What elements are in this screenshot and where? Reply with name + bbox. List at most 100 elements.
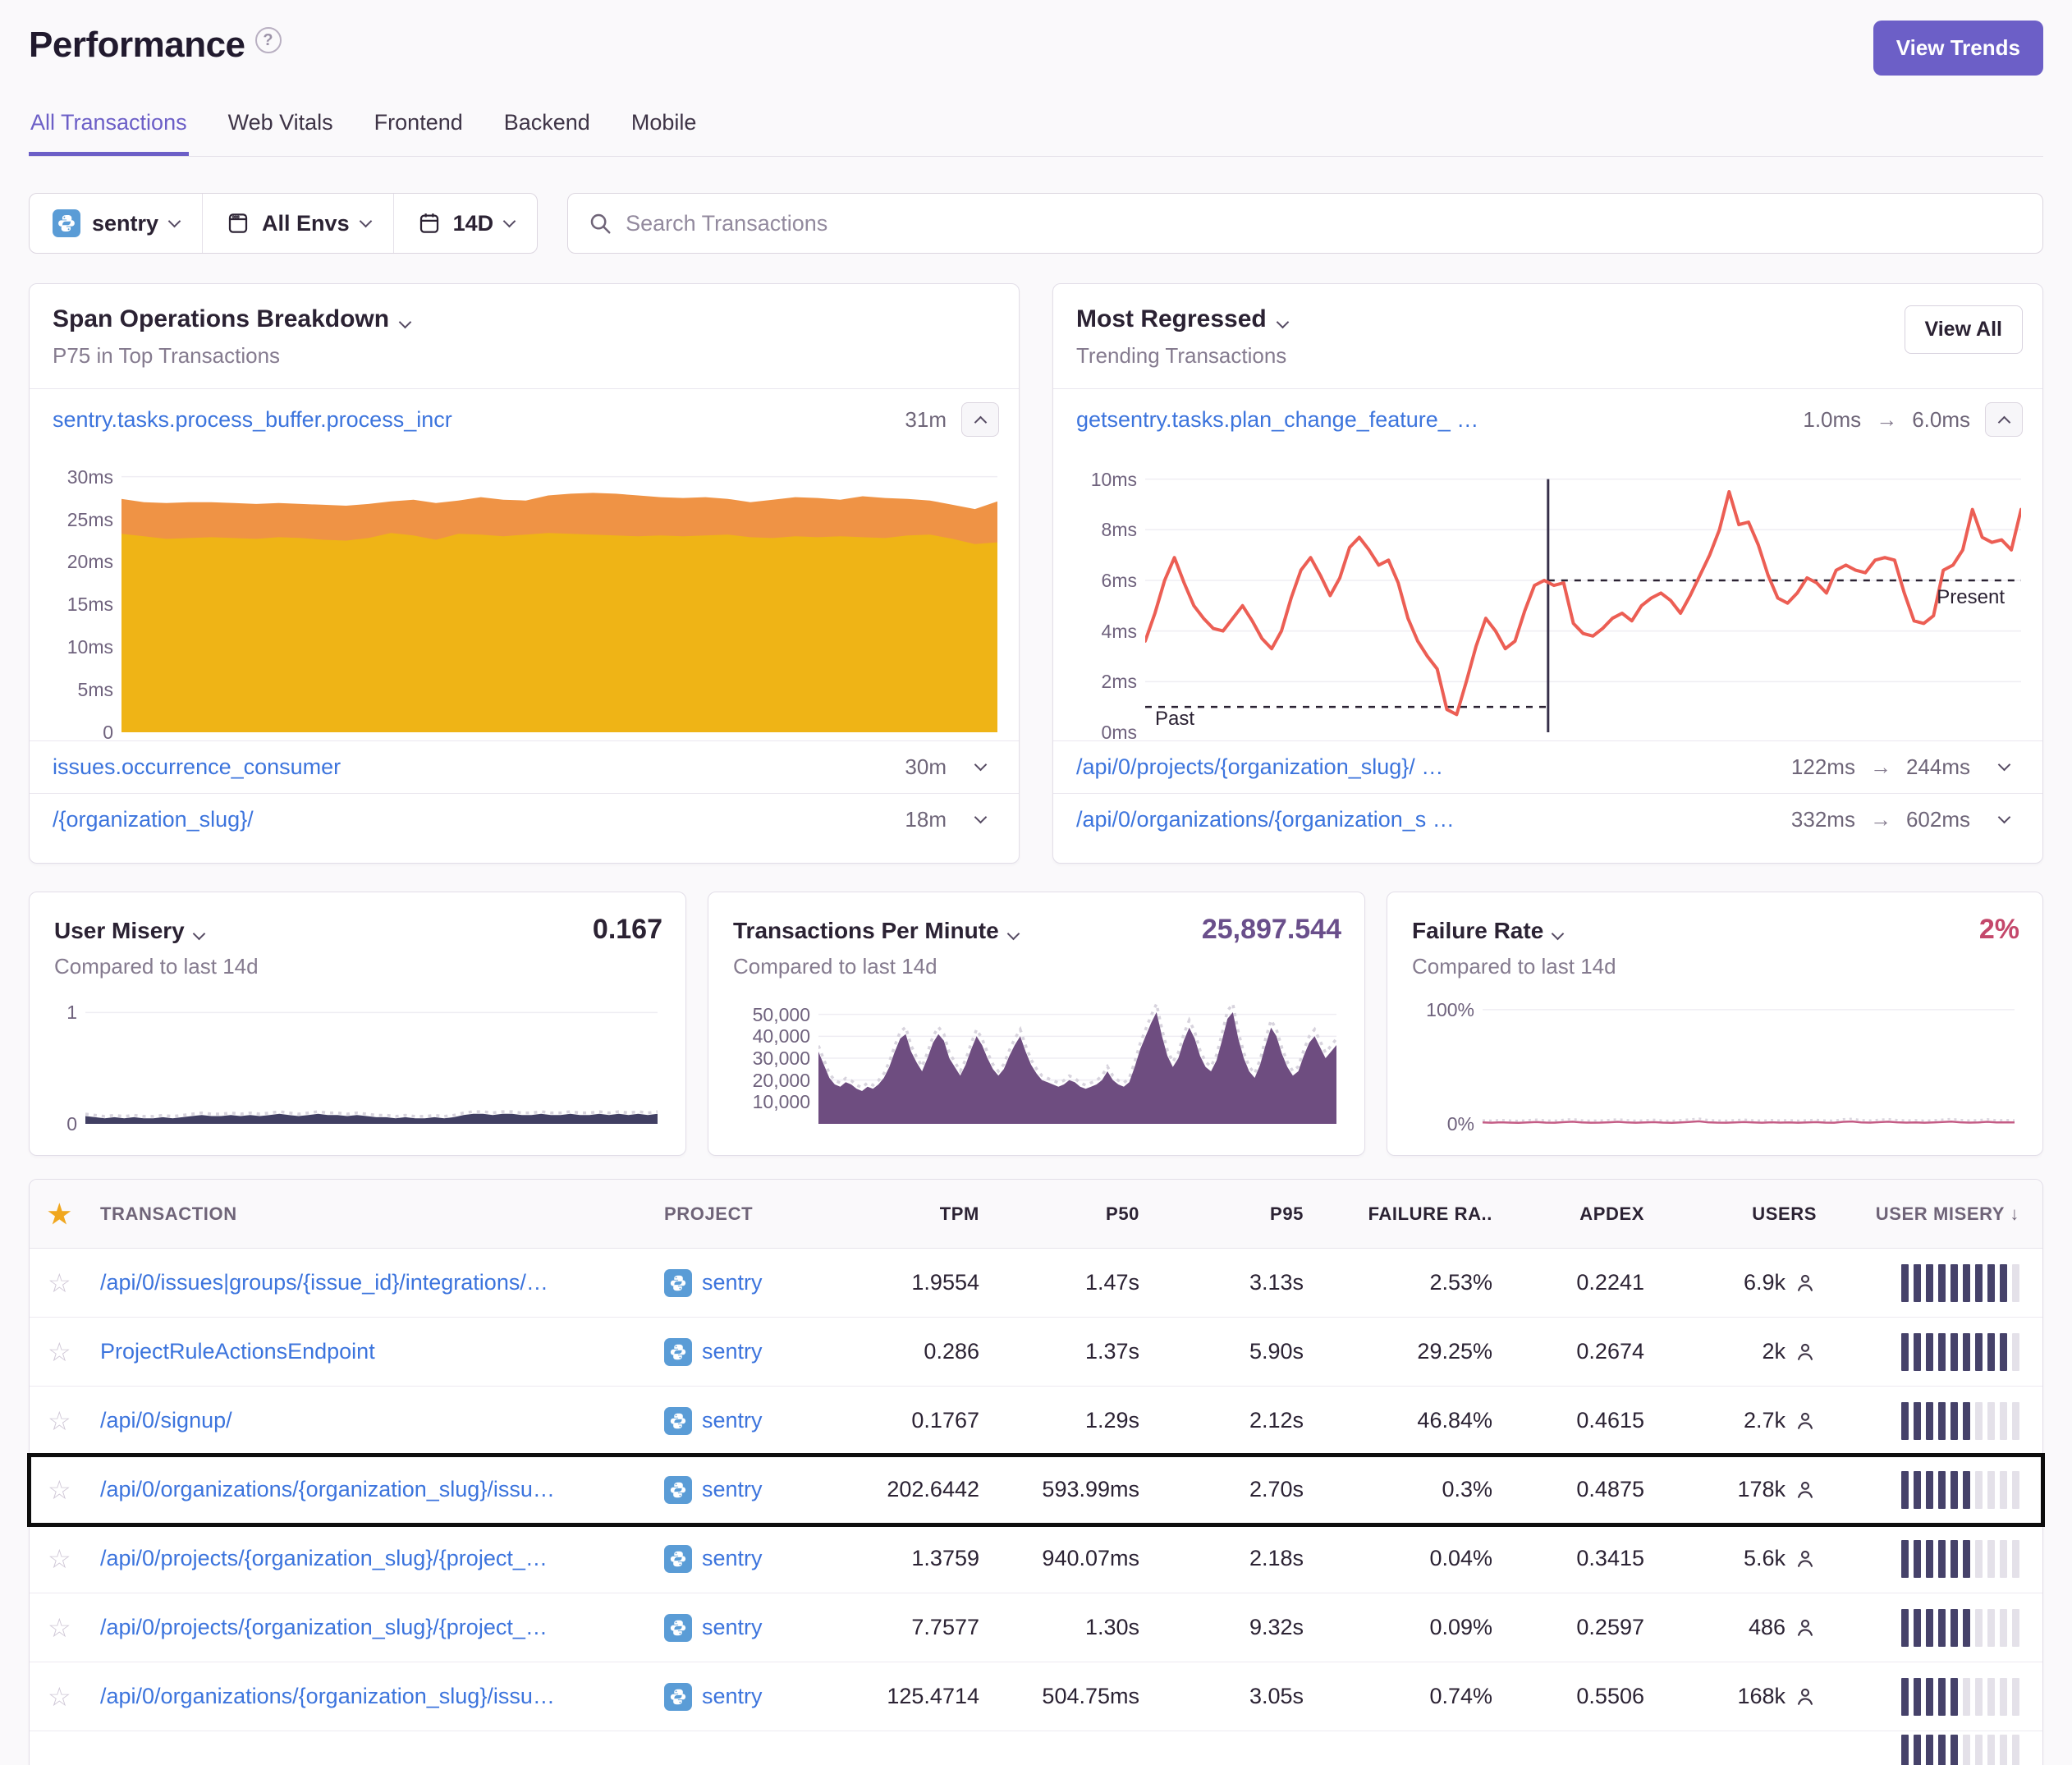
- col-p50[interactable]: P50: [1001, 1203, 1161, 1225]
- tpm-cell: 125.4714: [861, 1684, 1001, 1709]
- transaction-link[interactable]: /api/0/projects/{organization_slug}/{pro…: [100, 1615, 664, 1640]
- chevron-down-icon: [974, 811, 987, 824]
- user-icon: [1794, 1478, 1817, 1501]
- span-op-link[interactable]: /{organization_slug}/: [53, 807, 254, 832]
- users-cell: 486: [1666, 1615, 1838, 1640]
- project-link[interactable]: sentry: [702, 1270, 763, 1295]
- expand-button[interactable]: [1985, 818, 2023, 822]
- project-link[interactable]: sentry: [702, 1684, 763, 1709]
- transaction-link[interactable]: /api/0/organizations/{organization_slug}…: [100, 1684, 664, 1709]
- duration-from: 332ms: [1791, 807, 1855, 832]
- collapse-button[interactable]: [1985, 402, 2023, 437]
- view-trends-button[interactable]: View Trends: [1873, 21, 2043, 76]
- tab-all-transactions[interactable]: All Transactions: [29, 105, 189, 156]
- axis-tick-label: 0: [103, 722, 113, 744]
- project-filter[interactable]: sentry: [30, 194, 202, 253]
- top-bar: Performance? View Trends All Transaction…: [0, 0, 2072, 157]
- failure-rate-cell: 2.53%: [1325, 1270, 1514, 1295]
- user-icon: [1794, 1547, 1817, 1570]
- environment-filter[interactable]: All Envs: [202, 194, 393, 253]
- col-apdex[interactable]: APDEX: [1514, 1203, 1666, 1225]
- failure-rate-cell: 0.09%: [1325, 1615, 1514, 1640]
- search-icon: [588, 211, 612, 236]
- project-link[interactable]: sentry: [702, 1408, 763, 1433]
- span-op-duration: 30m: [905, 754, 947, 780]
- chevron-down-icon: [503, 214, 516, 227]
- transaction-link[interactable]: /api/0/organizations/{organization_slug}…: [100, 1477, 664, 1502]
- col-users[interactable]: USERS: [1666, 1203, 1838, 1225]
- project-link[interactable]: sentry: [702, 1477, 763, 1502]
- axis-tick-label: 8ms: [1102, 519, 1137, 541]
- chevron-down-icon: [1276, 316, 1289, 329]
- project-link[interactable]: sentry: [702, 1339, 763, 1364]
- tpm-cell: 202.6442: [861, 1477, 1001, 1502]
- span-operations-title[interactable]: Span Operations Breakdown: [53, 305, 389, 333]
- calendar-icon: [417, 211, 442, 236]
- project-link[interactable]: sentry: [702, 1615, 763, 1640]
- col-user-misery-sorted[interactable]: USER MISERY ↓: [1838, 1203, 2031, 1225]
- user-misery-bars: [1838, 1333, 2031, 1371]
- project-link[interactable]: sentry: [702, 1546, 763, 1571]
- user-misery-card: User Misery 0.167 Compared to last 14d 1…: [29, 892, 686, 1156]
- search-input[interactable]: [626, 211, 2023, 236]
- transaction-link[interactable]: /api/0/signup/: [100, 1408, 664, 1433]
- p50-cell: 504.75ms: [1001, 1684, 1161, 1709]
- duration-from: 122ms: [1791, 754, 1855, 780]
- star-icon[interactable]: ☆: [48, 1612, 100, 1644]
- p95-cell: 5.90s: [1161, 1339, 1325, 1364]
- collapse-button[interactable]: [961, 402, 999, 437]
- project-filter-label: sentry: [92, 211, 158, 236]
- span-op-link[interactable]: sentry.tasks.process_buffer.process_incr: [53, 407, 452, 433]
- tab-frontend[interactable]: Frontend: [373, 105, 465, 156]
- col-transaction[interactable]: TRANSACTION: [100, 1203, 664, 1225]
- axis-tick-label: 25ms: [67, 509, 113, 531]
- help-icon[interactable]: ?: [255, 27, 282, 53]
- regressed-transaction-link[interactable]: /api/0/projects/{organization_slug}/ …: [1076, 754, 1443, 780]
- arrow-right-icon: →: [1870, 754, 1891, 780]
- star-icon[interactable]: ☆: [48, 1474, 100, 1506]
- transaction-link[interactable]: ProjectRuleActionsEndpoint: [100, 1339, 664, 1364]
- users-cell: 6.9k: [1666, 1270, 1838, 1295]
- expand-button[interactable]: [961, 765, 999, 769]
- date-range-filter[interactable]: 14D: [393, 194, 538, 253]
- y-axis: 50,00040,00030,00020,00010,000: [728, 993, 818, 1124]
- most-regressed-title[interactable]: Most Regressed: [1076, 305, 1267, 333]
- regressed-transaction-link[interactable]: getsentry.tasks.plan_change_feature_ …: [1076, 407, 1478, 433]
- sparkline-plot: [85, 993, 658, 1124]
- tab-backend[interactable]: Backend: [502, 105, 592, 156]
- transaction-link[interactable]: /api/0/projects/{organization_slug}/{pro…: [100, 1546, 664, 1571]
- tab-web-vitals[interactable]: Web Vitals: [227, 105, 335, 156]
- user-misery-title[interactable]: User Misery: [54, 918, 185, 944]
- tab-mobile[interactable]: Mobile: [630, 105, 699, 156]
- failure-rate-title[interactable]: Failure Rate: [1412, 918, 1543, 944]
- environment-filter-label: All Envs: [262, 211, 350, 236]
- star-icon[interactable]: ☆: [48, 1405, 100, 1437]
- view-all-button[interactable]: View All: [1905, 305, 2023, 354]
- star-icon[interactable]: ☆: [48, 1543, 100, 1575]
- star-icon[interactable]: ★: [48, 1199, 100, 1230]
- col-failure-rate[interactable]: FAILURE RA..: [1325, 1203, 1514, 1225]
- user-misery-bars: [1838, 1735, 2031, 1765]
- col-p95[interactable]: P95: [1161, 1203, 1325, 1225]
- star-icon[interactable]: ☆: [48, 1681, 100, 1712]
- regressed-transaction-link[interactable]: /api/0/organizations/{organization_s …: [1076, 807, 1455, 832]
- star-icon[interactable]: ☆: [48, 1336, 100, 1368]
- star-icon[interactable]: ☆: [48, 1268, 100, 1299]
- span-op-link[interactable]: issues.occurrence_consumer: [53, 754, 341, 780]
- project-cell: sentry: [664, 1476, 861, 1504]
- expand-button[interactable]: [961, 818, 999, 822]
- chevron-down-icon: [1552, 928, 1565, 941]
- col-tpm[interactable]: TPM: [861, 1203, 1001, 1225]
- user-misery-bars: [1838, 1471, 2031, 1509]
- col-project[interactable]: PROJECT: [664, 1203, 861, 1225]
- expand-button[interactable]: [1985, 765, 2023, 769]
- user-misery-bars: [1838, 1609, 2031, 1647]
- user-misery-chart: 10: [49, 979, 662, 1124]
- stats-row: User Misery 0.167 Compared to last 14d 1…: [0, 864, 2072, 1156]
- p95-cell: 2.18s: [1161, 1546, 1325, 1571]
- search-box: [567, 193, 2043, 254]
- transaction-link[interactable]: /api/0/issues|groups/{issue_id}/integrat…: [100, 1270, 664, 1295]
- tpm-title[interactable]: Transactions Per Minute: [733, 918, 999, 944]
- span-operations-panel: Span Operations Breakdown P75 in Top Tra…: [29, 283, 1020, 864]
- tpm-cell: 1.9554: [861, 1270, 1001, 1295]
